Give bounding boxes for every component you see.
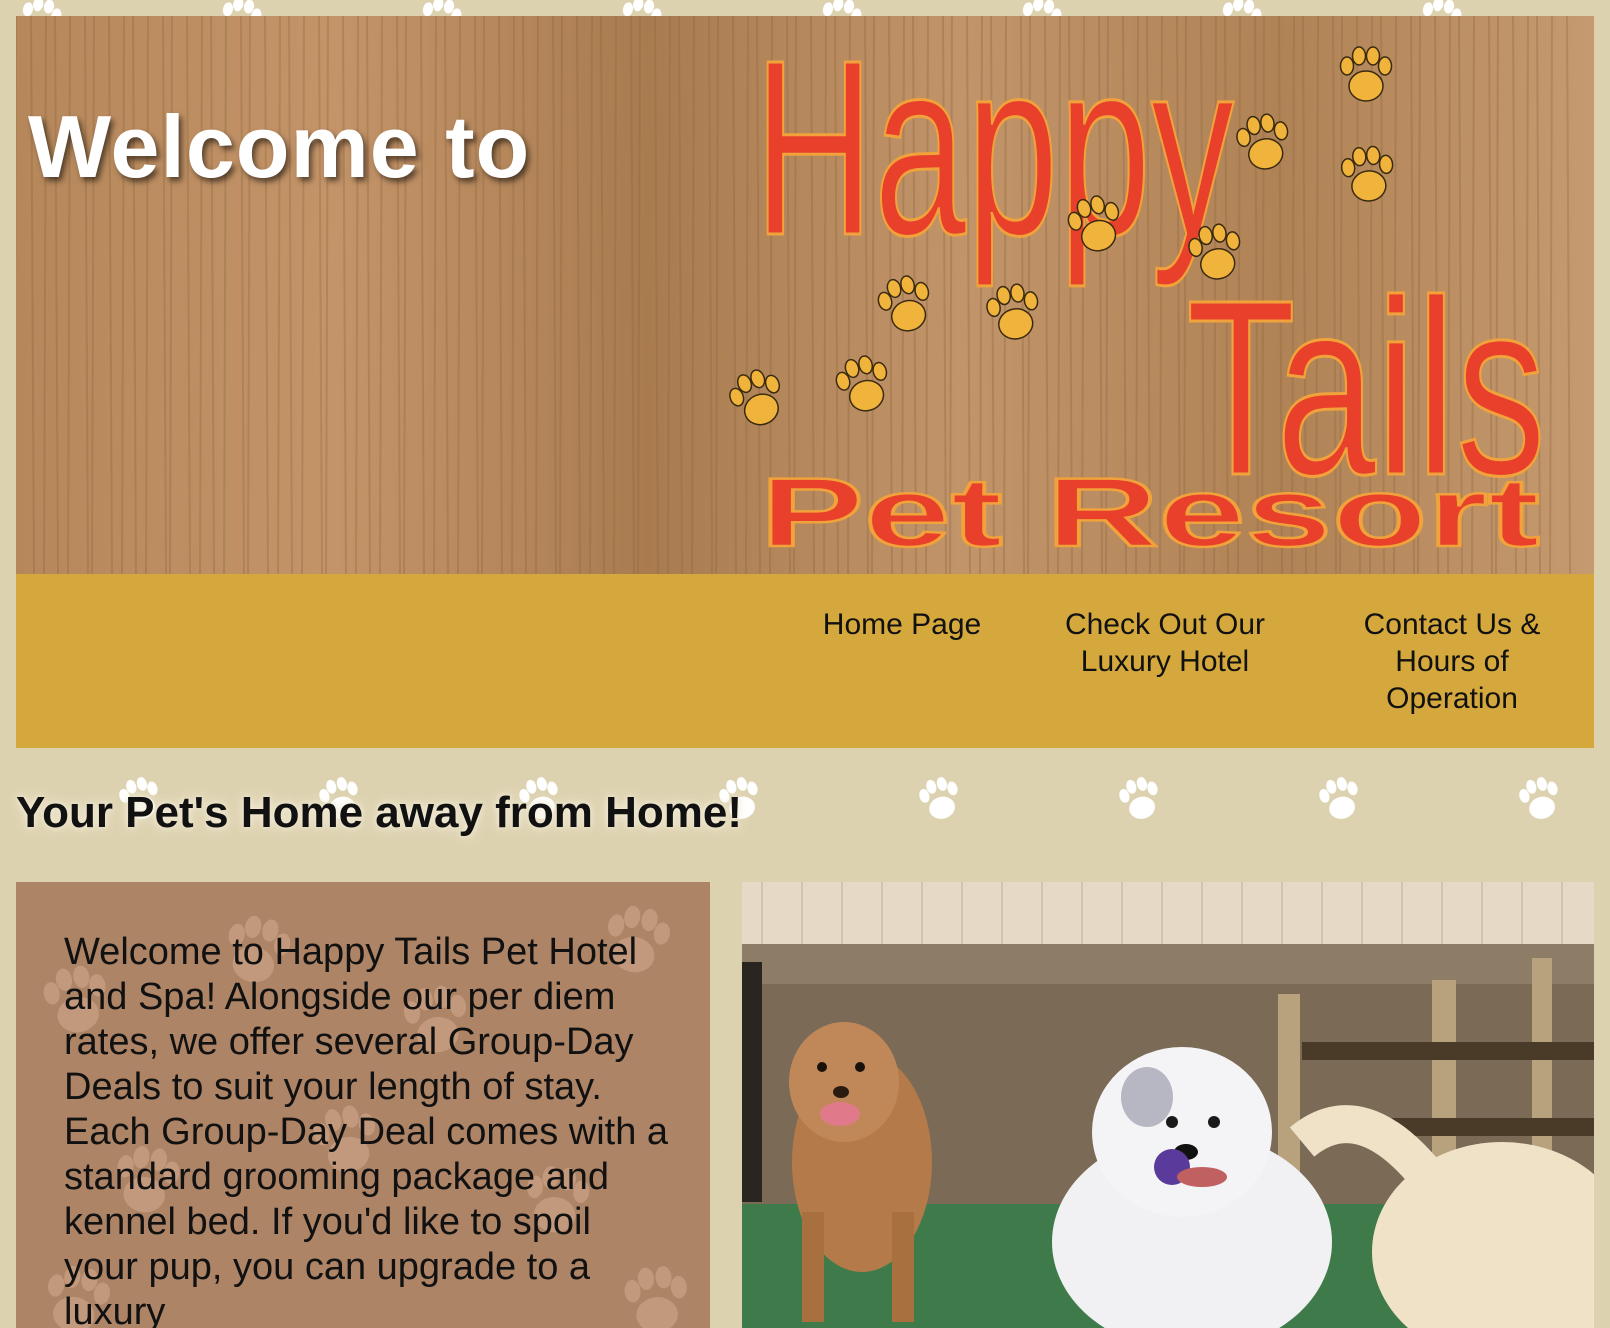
logo-pet-resort-text: Pet Resort — [760, 457, 1540, 567]
nav-contact-hours[interactable]: Contact Us & Hours of Operation — [1332, 606, 1572, 717]
paw-print-icon — [1515, 773, 1565, 824]
paw-print-icon — [831, 350, 896, 418]
paw-print-icon — [983, 280, 1045, 344]
happy-tails-logo: Happy Tails Pet Resort — [723, 16, 1548, 568]
nav-luxury-hotel[interactable]: Check Out Our Luxury Hotel — [1050, 606, 1280, 680]
paw-print-icon — [915, 773, 965, 824]
nav-home-page[interactable]: Home Page — [802, 606, 1002, 643]
paw-print-icon — [1339, 144, 1397, 204]
main-nav: Home Page Check Out Our Luxury Hotel Con… — [16, 574, 1594, 748]
dogs-photo-illustration — [742, 882, 1594, 1328]
paw-print-icon — [1115, 773, 1165, 824]
dogs-playing-photo — [742, 882, 1594, 1328]
header-banner: Welcome to Happy Tails Pet Resort — [16, 16, 1594, 574]
page-headline: Your Pet's Home away from Home! — [16, 788, 743, 837]
intro-panel: Welcome to Happy Tails Pet Hotel and Spa… — [16, 882, 710, 1328]
paw-print-icon — [723, 363, 792, 433]
paw-print-icon — [1315, 773, 1365, 824]
logo-happy-text: Happy — [754, 16, 1234, 287]
intro-paragraph: Welcome to Happy Tails Pet Hotel and Spa… — [64, 931, 669, 1328]
paw-print-icon — [1339, 46, 1393, 102]
paw-print-icon — [1233, 110, 1295, 174]
